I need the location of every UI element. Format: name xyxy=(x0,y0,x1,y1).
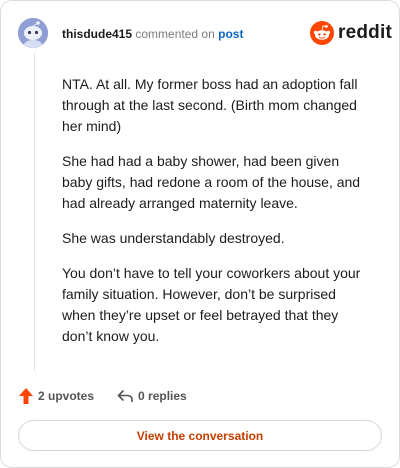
comment-body: NTA. At all. My former boss had an adopt… xyxy=(62,74,372,361)
snoo-avatar-icon xyxy=(18,18,48,48)
comment-embed-card: thisdude415 commented on post reddit NTA… xyxy=(0,0,400,468)
view-conversation-button[interactable]: View the conversation xyxy=(18,420,382,451)
reddit-logo[interactable]: reddit xyxy=(310,21,392,45)
replies-count: 0 replies xyxy=(138,389,187,403)
comment-header: thisdude415 commented on post xyxy=(62,26,243,42)
username-link[interactable]: thisdude415 xyxy=(62,27,132,41)
comment-paragraph: She was understandably destroyed. xyxy=(62,230,285,246)
reddit-snoo-icon xyxy=(310,21,334,45)
comment-paragraph: NTA. At all. My former boss had an adopt… xyxy=(62,76,358,134)
reddit-wordmark: reddit xyxy=(338,22,392,43)
header-action-text: commented on xyxy=(135,27,215,41)
comment-actions: 2 upvotes 0 replies xyxy=(18,387,187,405)
comment-paragraph: She had had a baby shower, had been give… xyxy=(62,153,361,211)
reply-arrow-icon xyxy=(117,390,133,403)
thread-line xyxy=(34,53,35,371)
post-link[interactable]: post xyxy=(218,27,243,41)
upvote-arrow-icon xyxy=(19,388,33,404)
upvotes-count: 2 upvotes xyxy=(38,389,95,403)
comment-paragraph: You don’t have to tell your coworkers ab… xyxy=(62,265,361,344)
user-avatar[interactable] xyxy=(18,18,48,48)
upvotes-button[interactable]: 2 upvotes xyxy=(18,387,94,405)
replies-button[interactable]: 0 replies xyxy=(116,388,187,404)
